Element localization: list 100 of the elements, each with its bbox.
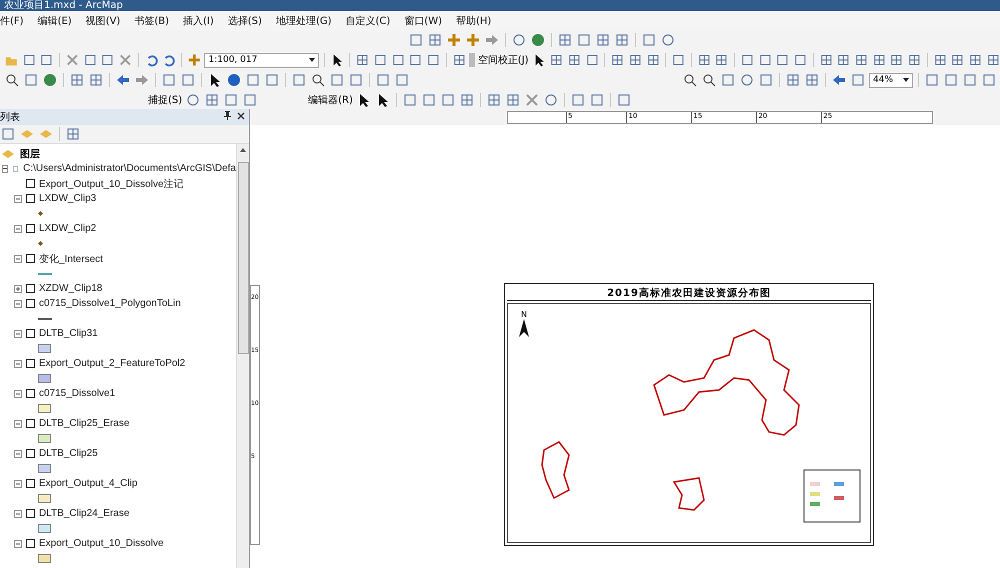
close-icon[interactable]: [64, 52, 80, 68]
plus-icon[interactable]: [446, 32, 462, 48]
square-icon[interactable]: [962, 72, 978, 88]
menu-item[interactable]: 自定义(C): [346, 14, 390, 28]
grid-icon[interactable]: [785, 72, 801, 88]
square-icon[interactable]: [180, 72, 196, 88]
grid-icon[interactable]: [566, 52, 582, 68]
square-icon[interactable]: [584, 52, 600, 68]
spatial-adjustment-menu[interactable]: 空间校正(J): [478, 53, 529, 67]
grid-icon[interactable]: [88, 72, 104, 88]
collapse-toggle[interactable]: [14, 480, 22, 488]
magnifier-icon[interactable]: [310, 72, 326, 88]
layer-checkbox[interactable]: [26, 419, 35, 428]
layer-name[interactable]: Export_Output_4_Clip: [39, 478, 138, 489]
layer-name[interactable]: DLTB_Clip25: [39, 448, 98, 459]
square-icon[interactable]: [264, 72, 280, 88]
scale-combo[interactable]: 1:100, 017: [204, 52, 319, 68]
layer-checkbox[interactable]: [26, 179, 35, 188]
square-icon[interactable]: [720, 72, 736, 88]
grid-icon[interactable]: [804, 72, 820, 88]
square-icon[interactable]: [775, 52, 790, 68]
collapse-toggle[interactable]: [14, 450, 22, 458]
layer-name[interactable]: DLTB_Clip24_Erase: [39, 508, 130, 519]
collapse-toggle[interactable]: [14, 510, 22, 518]
square-icon[interactable]: [245, 72, 261, 88]
layer-checkbox[interactable]: [26, 479, 35, 488]
grid-icon[interactable]: [932, 52, 948, 68]
grid-icon[interactable]: [889, 52, 904, 68]
collapse-toggle[interactable]: [2, 164, 8, 172]
circle-icon[interactable]: [542, 92, 559, 108]
layer-checkbox[interactable]: [26, 224, 35, 233]
square-icon[interactable]: [671, 52, 686, 68]
grid-icon[interactable]: [549, 52, 564, 68]
collapse-toggle[interactable]: [14, 540, 22, 548]
grid-icon[interactable]: [355, 52, 370, 68]
square-icon[interactable]: [22, 52, 36, 68]
layer-name[interactable]: 变化_Intersect: [39, 252, 103, 266]
square-icon[interactable]: [223, 92, 240, 108]
collapse-toggle[interactable]: [14, 194, 22, 202]
layer-checkbox[interactable]: [26, 329, 35, 338]
scroll-up-icon[interactable]: [240, 148, 246, 152]
grid-icon[interactable]: [628, 52, 643, 68]
square-icon[interactable]: [740, 52, 755, 68]
grid-icon[interactable]: [595, 32, 611, 48]
toolbar-handle[interactable]: [469, 53, 475, 67]
square-icon[interactable]: [758, 72, 774, 88]
grid-icon[interactable]: [818, 52, 834, 68]
close-icon[interactable]: [524, 92, 540, 108]
layer-checkbox[interactable]: [26, 359, 35, 368]
collapse-toggle[interactable]: [14, 330, 22, 338]
zoom-combo[interactable]: 44%: [869, 72, 913, 88]
layer-checkbox[interactable]: [26, 539, 35, 548]
square-icon[interactable]: [0, 126, 16, 142]
grid-icon[interactable]: [557, 32, 573, 48]
scrollbar-thumb[interactable]: [238, 162, 248, 354]
square-icon[interactable]: [375, 72, 391, 88]
square-icon[interactable]: [408, 52, 424, 68]
square-icon[interactable]: [390, 52, 406, 68]
layer-name[interactable]: XZDW_Clip18: [39, 283, 102, 294]
data-source-path[interactable]: C:\Users\Administrator\Documents\ArcGIS\Defa: [23, 163, 236, 174]
square-icon[interactable]: [291, 72, 307, 88]
collapse-toggle[interactable]: [14, 224, 22, 232]
menu-item[interactable]: 件(F): [0, 14, 24, 28]
square-icon[interactable]: [588, 92, 605, 108]
square-icon[interactable]: [82, 52, 98, 68]
menu-item[interactable]: 书签(B): [134, 14, 170, 28]
layer-name[interactable]: LXDW_Clip3: [39, 193, 96, 204]
layer-name[interactable]: DLTB_Clip31: [39, 328, 98, 339]
layer-checkbox[interactable]: [26, 194, 35, 203]
square-icon[interactable]: [440, 92, 456, 108]
circle-icon[interactable]: [185, 92, 202, 108]
layer-checkbox[interactable]: [26, 389, 35, 398]
menu-item[interactable]: 视图(V): [86, 14, 120, 28]
square-icon[interactable]: [394, 72, 410, 88]
arrow-left-icon[interactable]: [831, 72, 847, 88]
square-icon[interactable]: [161, 72, 177, 88]
grid-icon[interactable]: [854, 52, 869, 68]
square-icon[interactable]: [100, 52, 115, 68]
menu-item[interactable]: 窗口(W): [404, 14, 442, 28]
grid-icon[interactable]: [906, 52, 922, 68]
layer-name[interactable]: LXDW_Clip2: [39, 223, 96, 234]
collapse-toggle[interactable]: [14, 360, 22, 368]
square-icon[interactable]: [981, 72, 997, 88]
square-icon[interactable]: [943, 72, 959, 88]
grid-icon[interactable]: [65, 126, 81, 142]
snapping-menu[interactable]: 捕捉(S): [148, 93, 182, 107]
layer-name[interactable]: Export_Output_10_Dissolve注记: [39, 176, 184, 190]
plus-icon[interactable]: [465, 32, 481, 48]
arrow-right-icon[interactable]: [484, 32, 500, 48]
expand-toggle[interactable]: [14, 284, 22, 292]
grid-icon[interactable]: [458, 92, 475, 108]
menu-item[interactable]: 插入(I): [183, 14, 214, 28]
grid-icon[interactable]: [610, 52, 625, 68]
circle-icon[interactable]: [739, 72, 755, 88]
collapse-toggle[interactable]: [14, 390, 22, 398]
square-icon[interactable]: [39, 52, 54, 68]
circle-icon[interactable]: [660, 32, 676, 48]
layer-name[interactable]: Export_Output_10_Dissolve: [39, 538, 164, 549]
magnifier-icon[interactable]: [701, 72, 717, 88]
square-icon[interactable]: [426, 52, 441, 68]
